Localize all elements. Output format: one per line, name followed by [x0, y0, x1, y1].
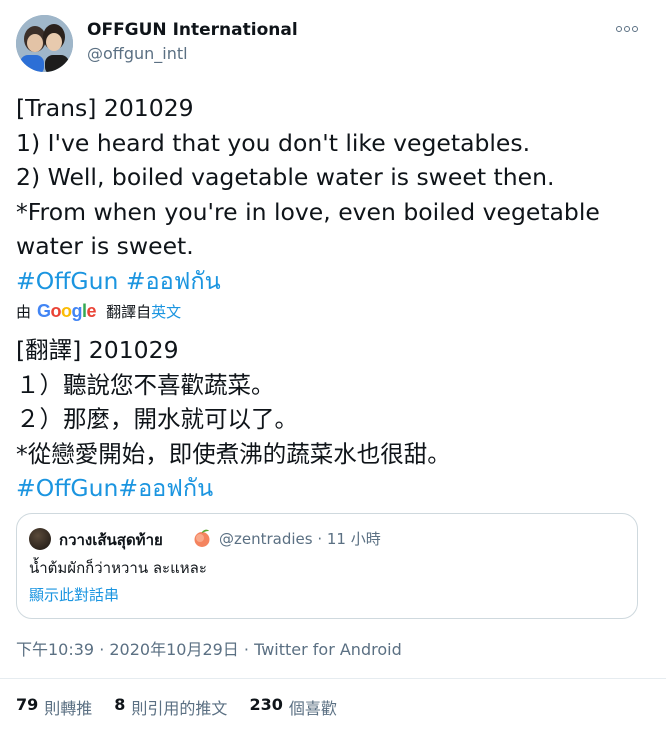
- translated-from-label: 翻譯自: [106, 302, 152, 321]
- quote-label: 則引用的推文: [131, 699, 228, 718]
- tweet-line: 1) I've heard that you don't like vegeta…: [16, 128, 531, 157]
- translated-hashtags-link[interactable]: #OffGun#ออฟกัน: [16, 471, 648, 506]
- dot: [624, 26, 630, 32]
- translated-text: [翻譯] 201029 １）聽說您不喜歡蔬菜。 ２）那麼，開水就可以了。 *從戀…: [16, 333, 648, 506]
- author-handle[interactable]: @offgun_intl: [87, 44, 188, 63]
- translated-line: *從戀愛開始，即使煮沸的蔬菜水也很甜。: [16, 439, 451, 468]
- peach-emoji-icon: [194, 529, 210, 547]
- translated-line: ２）那麼，開水就可以了。: [16, 405, 298, 434]
- retweets-stat[interactable]: 79 則轉推: [16, 695, 92, 719]
- engagement-stats: 79 則轉推 8 則引用的推文 230 個喜歡: [16, 695, 359, 719]
- quoted-handle-time[interactable]: @zentradies · 11 小時: [219, 528, 381, 549]
- hashtags-link[interactable]: #OffGun #ออฟกัน: [16, 264, 648, 299]
- avatar-photo: [16, 15, 73, 72]
- tweet-line: [Trans] 201029: [16, 94, 194, 122]
- like-count: 230: [249, 695, 283, 714]
- retweet-label: 則轉推: [44, 699, 93, 718]
- dot: [632, 26, 638, 32]
- likes-stat[interactable]: 230 個喜歡: [249, 695, 336, 719]
- retweet-count: 79: [16, 695, 39, 714]
- tweet-line: 2) Well, boiled vagetable water is sweet…: [16, 163, 555, 192]
- quoted-text: น้ำต้มผักก็ว่าหวาน ละแหละ: [29, 559, 207, 577]
- tweet-timestamp-source[interactable]: 下午10:39 · 2020年10月29日 · Twitter for Andr…: [16, 636, 402, 660]
- quoted-author-name[interactable]: กวางเส้นสุดท้าย: [59, 528, 163, 552]
- author-name[interactable]: OFFGUN International: [87, 20, 298, 40]
- translation-prefix: 由: [16, 302, 32, 321]
- like-label: 個喜歡: [288, 699, 337, 718]
- translated-line: １）聽說您不喜歡蔬菜。: [16, 370, 275, 399]
- quoted-avatar[interactable]: [29, 528, 51, 550]
- more-options-icon[interactable]: [616, 22, 638, 36]
- google-logo: Google: [37, 300, 97, 321]
- tweet-line: *From when you're in love, even boiled v…: [16, 197, 600, 226]
- dot: [616, 26, 622, 32]
- author-avatar[interactable]: [16, 15, 73, 72]
- quote-count: 8: [114, 695, 126, 714]
- tweet-line: water is sweet.: [16, 232, 194, 261]
- show-thread-link[interactable]: 顯示此對話串: [29, 584, 119, 605]
- quoted-tweet[interactable]: กวางเส้นสุดท้าย @zentradies · 11 小時 น้ำต…: [16, 513, 638, 619]
- translation-attribution: 由 Google 翻譯自 英文: [16, 300, 181, 322]
- divider: [0, 678, 666, 679]
- tweet-text: [Trans] 201029 1) I've heard that you do…: [16, 91, 648, 299]
- quotes-stat[interactable]: 8 則引用的推文: [114, 695, 227, 719]
- translated-line: [翻譯] 201029: [16, 336, 179, 364]
- source-language-link[interactable]: 英文: [151, 301, 181, 322]
